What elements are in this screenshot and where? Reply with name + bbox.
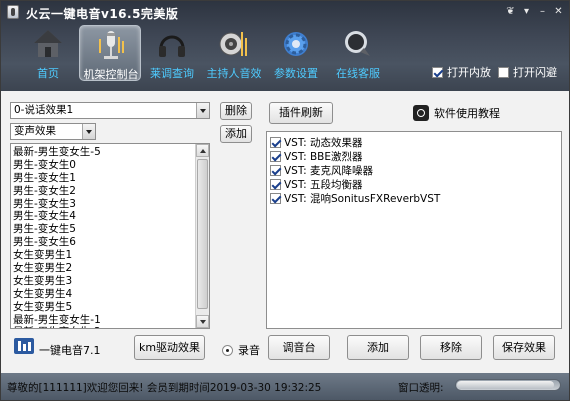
add-plugin-button[interactable]: 添加 <box>347 335 409 360</box>
headphones-icon <box>159 35 185 57</box>
window-title: 火云一键电音v16.5完美版 <box>26 7 179 21</box>
list-item[interactable]: 男生-变女生6 <box>13 236 195 249</box>
chat-support-icon <box>345 31 370 56</box>
list-item[interactable]: 女生变男生5 <box>13 301 195 314</box>
checkbox-box[interactable] <box>432 67 443 78</box>
microphone-rack-icon <box>99 31 124 59</box>
mixer-button[interactable]: 调音台 <box>268 335 330 360</box>
plugin-label: VST: BBE激烈器 <box>284 151 363 163</box>
nav-settings[interactable]: 参数设置 <box>265 25 327 81</box>
effects-list[interactable]: 最新-男生变女生-5 男生-变女生0 男生-变女生1 男生-变女生2 男生-变女生3 男生… <box>10 143 210 329</box>
effects-list-scrollbar[interactable] <box>195 144 209 328</box>
plugin-refresh-button[interactable]: 插件刷新 <box>269 102 333 124</box>
slider-fill[interactable] <box>457 381 554 389</box>
remove-plugin-button[interactable]: 移除 <box>420 335 482 360</box>
list-item[interactable]: 最新-男生变女生-5 <box>13 146 195 159</box>
list-item[interactable]: 男生-变女生3 <box>13 198 195 211</box>
plugin-list-item[interactable]: VST: BBE激烈器 <box>270 150 440 164</box>
record-label: 录音 <box>238 344 260 357</box>
list-item[interactable]: 女生变男生4 <box>13 288 195 301</box>
preset-combo[interactable]: 0-说话效果1 <box>10 102 210 119</box>
plugin-list-item[interactable]: VST: 混响SonitusFXReverbVST <box>270 192 440 206</box>
radio-dot[interactable] <box>222 345 233 356</box>
plugin-label: VST: 麦克风降噪器 <box>284 165 373 177</box>
minimize-icon[interactable]: – <box>536 5 549 18</box>
list-item[interactable]: 女生变男生2 <box>13 262 195 275</box>
close-icon[interactable]: ✕ <box>552 5 565 18</box>
list-item[interactable]: 男生-变女生0 <box>13 159 195 172</box>
plugin-list[interactable]: VST: 动态效果器 VST: BBE激烈器 VST: 麦克风降噪器 VST: 五段均… <box>266 131 562 329</box>
plugin-label: VST: 混响SonitusFXReverbVST <box>284 193 441 205</box>
plugin-label: VST: 五段均衡器 <box>284 179 363 191</box>
main-window: 火云一键电音v16.5完美版 ❦ ▾ – ✕ 首页 机架控制台 莱调查询 主持人… <box>0 0 570 401</box>
header: 火云一键电音v16.5完美版 ❦ ▾ – ✕ 首页 机架控制台 莱调查询 主持人… <box>1 1 569 91</box>
plugin-checkbox[interactable] <box>270 137 281 148</box>
home-icon <box>34 30 62 57</box>
plugin-checkbox[interactable] <box>270 179 281 190</box>
effect-type-combo[interactable]: 变声效果 <box>10 123 96 140</box>
gear-icon <box>284 32 308 56</box>
plugin-checkbox[interactable] <box>270 193 281 204</box>
open-flash-label: 打开闪避 <box>513 66 557 79</box>
preset-combo-value: 0-说话效果1 <box>14 104 74 116</box>
status-bar: 尊敬的[111111]欢迎您回来! 会员到期时间2019-03-30 19:32… <box>1 373 569 400</box>
list-item[interactable]: 最新-男生变女生-1 <box>13 314 195 327</box>
list-item[interactable]: 男生-变女生4 <box>13 210 195 223</box>
tutorial-icon <box>413 105 429 121</box>
nav-home[interactable]: 首页 <box>17 25 79 81</box>
tutorial-label: 软件使用教程 <box>434 107 500 120</box>
plugin-checkbox[interactable] <box>270 151 281 162</box>
list-item[interactable]: 最新-男生变女生-2 <box>13 326 195 328</box>
open-inner-label: 打开内放 <box>447 66 491 79</box>
skin-icon[interactable]: ❦ <box>504 5 517 18</box>
open-flash-checkbox[interactable]: 打开闪避 <box>498 64 557 80</box>
plugin-list-item[interactable]: VST: 五段均衡器 <box>270 178 440 192</box>
chevron-down-icon[interactable] <box>82 124 95 139</box>
list-item[interactable]: 女生变男生1 <box>13 249 195 262</box>
status-message: 尊敬的[111111]欢迎您回来! 会员到期时间2019-03-30 19:32… <box>7 382 322 394</box>
window-opacity-label: 窗口透明: <box>398 382 444 394</box>
scroll-down-icon[interactable] <box>196 315 209 328</box>
open-inner-checkbox[interactable]: 打开内放 <box>432 64 491 80</box>
record-radio[interactable]: 录音 <box>222 342 260 358</box>
title-bar[interactable]: 火云一键电音v16.5完美版 ❦ ▾ – ✕ <box>1 1 569 23</box>
delete-button[interactable]: 删除 <box>220 102 252 120</box>
plugin-list-item[interactable]: VST: 麦克风降噪器 <box>270 164 440 178</box>
nav-host-effects[interactable]: 主持人音效 <box>203 25 265 81</box>
nav-rack-console[interactable]: 机架控制台 <box>79 25 141 81</box>
app-logo-icon <box>14 338 34 354</box>
effect-type-value: 变声效果 <box>14 125 56 137</box>
checkbox-box[interactable] <box>498 67 509 78</box>
app-version-label: 一键电音7.1 <box>39 344 101 357</box>
nav-tune-query[interactable]: 莱调查询 <box>141 25 203 81</box>
window-opacity-slider[interactable] <box>455 379 561 391</box>
list-item[interactable]: 女生变男生3 <box>13 275 195 288</box>
scroll-up-icon[interactable] <box>196 144 209 157</box>
list-item[interactable]: 男生-变女生2 <box>13 185 195 198</box>
plugin-list-items: VST: 动态效果器 VST: BBE激烈器 VST: 麦克风降噪器 VST: 五段均… <box>270 136 440 206</box>
nav-online-support[interactable]: 在线客服 <box>327 25 389 81</box>
speaker-icon <box>219 32 247 56</box>
list-item[interactable]: 男生-变女生1 <box>13 172 195 185</box>
plugin-label: VST: 动态效果器 <box>284 137 363 149</box>
app-icon <box>7 5 19 19</box>
km-driver-effect-button[interactable]: km驱动效果 <box>134 335 205 360</box>
save-effect-button[interactable]: 保存效果 <box>493 335 555 360</box>
plugin-checkbox[interactable] <box>270 165 281 176</box>
plugin-list-item[interactable]: VST: 动态效果器 <box>270 136 440 150</box>
software-tutorial-link[interactable]: 软件使用教程 <box>413 105 500 121</box>
chevron-down-icon[interactable] <box>196 103 209 118</box>
scroll-thumb[interactable] <box>197 159 208 309</box>
effects-list-items: 最新-男生变女生-5 男生-变女生0 男生-变女生1 男生-变女生2 男生-变女生3 男生… <box>13 146 195 328</box>
list-item[interactable]: 男生-变女生5 <box>13 223 195 236</box>
add-preset-button[interactable]: 添加 <box>220 125 252 143</box>
menu-icon[interactable]: ▾ <box>520 5 533 18</box>
